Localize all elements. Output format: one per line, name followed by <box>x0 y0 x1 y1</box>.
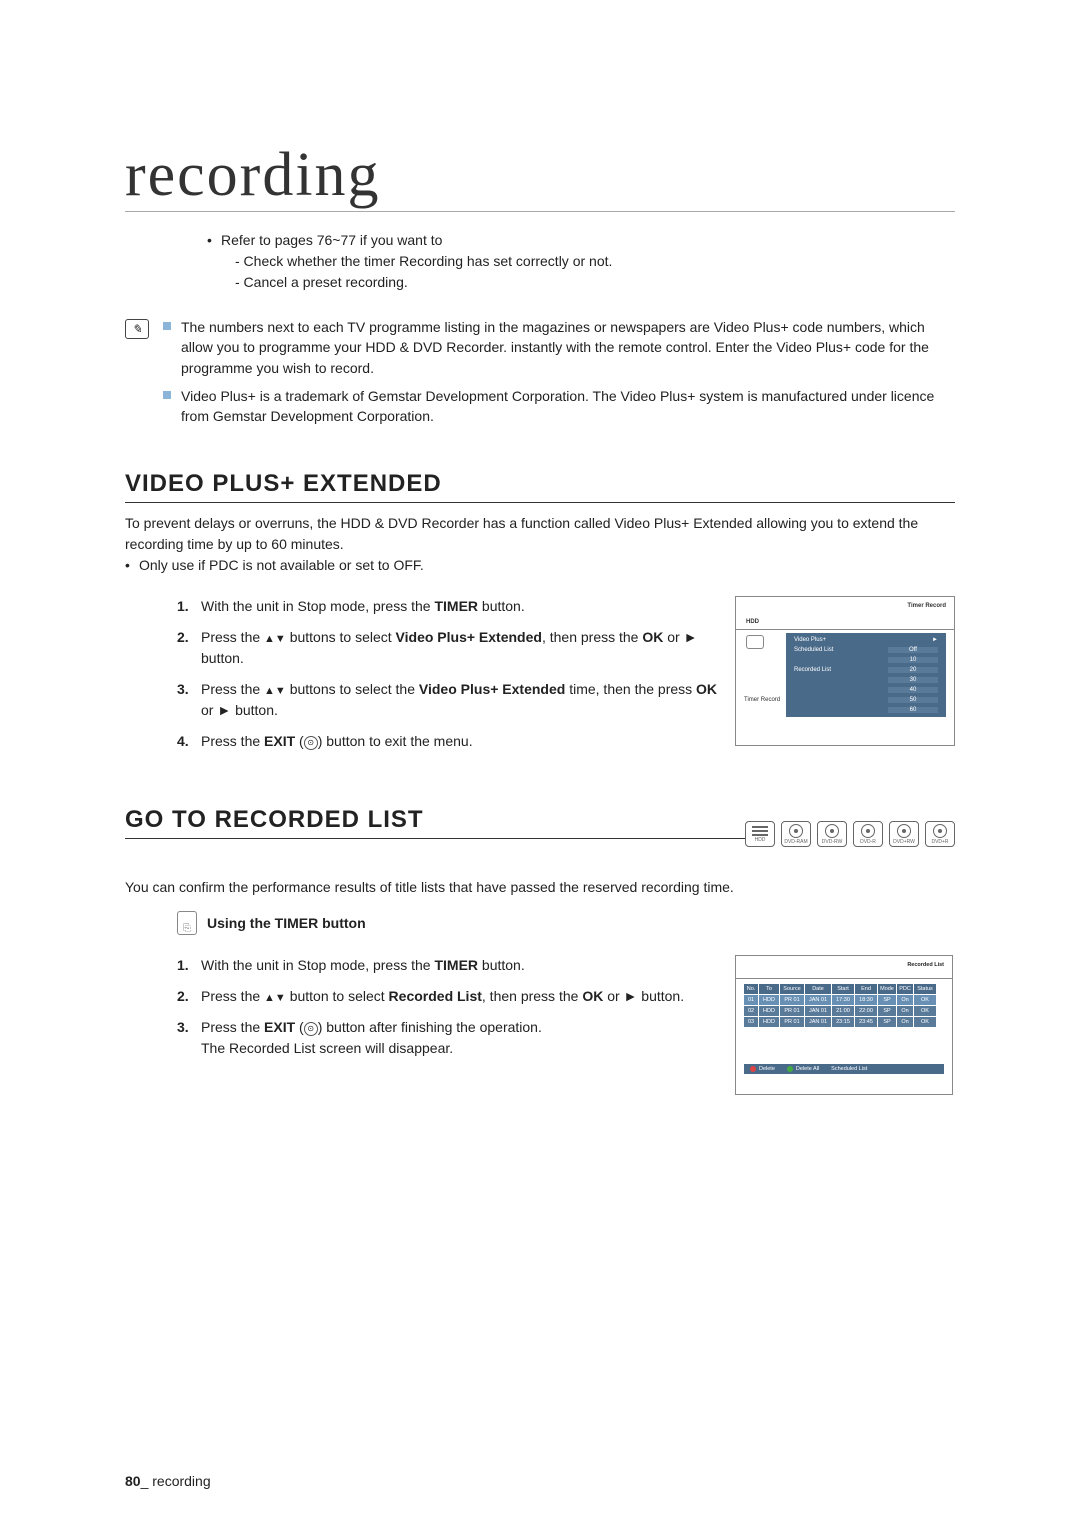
vpe-step2: Press the buttons to select Video Plus+ … <box>201 627 719 669</box>
note-text-2: Video Plus+ is a trademark of Gemstar De… <box>181 386 955 427</box>
vpe-step1: With the unit in Stop mode, press the TI… <box>201 596 719 617</box>
media-icons-row: HDD DVD-RAM DVD-RW DVD-R DVD+RW DVD+R <box>745 821 955 847</box>
timer-button-label: Using the TIMER button <box>207 915 366 931</box>
step-num: 4. <box>177 731 201 752</box>
step-num: 2. <box>177 627 201 669</box>
note-text-1: The numbers next to each TV programme li… <box>181 317 955 378</box>
timer-button-icon: ⎘ <box>177 911 197 935</box>
bullet-marker: • <box>125 555 139 576</box>
dvd-plus-rw-icon: DVD+RW <box>889 821 919 847</box>
exit-circle-icon: ⊙ <box>304 1022 318 1036</box>
rl-row: 03 HDD PR 01 JAN 01 23:15 23:45 SP On OK <box>744 1017 944 1027</box>
exit-circle-icon: ⊙ <box>304 736 318 750</box>
step-num: 3. <box>177 1017 201 1059</box>
grl-heading: GO TO RECORDED LIST <box>125 806 745 839</box>
red-dot-icon <box>750 1066 756 1072</box>
rl-delete-all-btn: Delete All <box>787 1066 819 1072</box>
vpe-steps-row: 1. With the unit in Stop mode, press the… <box>125 596 955 762</box>
vpe-intro: To prevent delays or overruns, the HDD &… <box>125 513 955 576</box>
vpe-step4: Press the EXIT (⊙) button to exit the me… <box>201 731 719 752</box>
step-num: 2. <box>177 986 201 1007</box>
grl-step1: With the unit in Stop mode, press the TI… <box>201 955 719 976</box>
green-dot-icon <box>787 1066 793 1072</box>
note-square-icon <box>163 322 171 330</box>
up-down-arrows-icon <box>264 988 286 1004</box>
tr-title: Timer Record <box>907 603 946 609</box>
note-icon: ✎ <box>125 319 149 339</box>
dvd-rw-icon: DVD-RW <box>817 821 847 847</box>
note-square-icon <box>163 391 171 399</box>
refer-text: Refer to pages 76~77 if you want to <box>221 232 442 248</box>
step-num: 1. <box>177 596 201 617</box>
rl-title: Recorded List <box>907 962 944 968</box>
dvd-r-icon: DVD-R <box>853 821 883 847</box>
grl-header-row: GO TO RECORDED LIST HDD DVD-RAM DVD-RW D… <box>125 806 955 849</box>
footer-label: _ recording <box>141 1473 211 1489</box>
page-number: 80 <box>125 1473 141 1489</box>
rl-row: 01 HDD PR 01 JAN 01 17:30 18:30 SP On OK <box>744 995 944 1005</box>
rl-table: No. To Source Date Start End Mode PDC St… <box>744 984 944 1028</box>
page-title: recording <box>125 140 955 211</box>
rl-delete-btn: Delete <box>750 1066 775 1072</box>
tr-divider <box>736 629 954 630</box>
grl-intro: You can confirm the performance results … <box>125 879 955 895</box>
refer-block: • Refer to pages 76~77 if you want to - … <box>207 230 955 293</box>
vpe-intro-text: To prevent delays or overruns, the HDD &… <box>125 513 955 555</box>
rl-scheduled-btn: Scheduled List <box>831 1066 867 1072</box>
grl-step2: Press the button to select Recorded List… <box>201 986 719 1007</box>
grl-steps-row: 1. With the unit in Stop mode, press the… <box>125 955 955 1095</box>
refer-sub2: - Cancel a preset recording. <box>235 272 955 293</box>
step-num: 1. <box>177 955 201 976</box>
vpe-step3: Press the buttons to select the Video Pl… <box>201 679 719 721</box>
tr-media-icon <box>746 635 764 649</box>
grl-step3: Press the EXIT (⊙) button after finishin… <box>201 1017 719 1059</box>
vpe-intro-bullet: Only use if PDC is not available or set … <box>139 555 424 576</box>
timer-button-heading: ⎘ Using the TIMER button <box>177 911 955 935</box>
refer-sub1: - Check whether the timer Recording has … <box>235 251 955 272</box>
dvd-plus-r-icon: DVD+R <box>925 821 955 847</box>
rl-row: 02 HDD PR 01 JAN 01 21:00 22:00 SP On OK <box>744 1006 944 1016</box>
rl-actions: Delete Delete All Scheduled List <box>744 1064 944 1074</box>
page-footer: 80_ recording <box>125 1473 211 1489</box>
bullet-marker: • <box>207 230 221 293</box>
step-num: 3. <box>177 679 201 721</box>
timer-record-figure: Timer Record HDD Video Plus+ ► Scheduled… <box>735 596 955 746</box>
dvd-ram-icon: DVD-RAM <box>781 821 811 847</box>
tr-hdd-label: HDD <box>746 619 759 625</box>
up-down-arrows-icon <box>264 629 286 645</box>
recorded-list-figure: Recorded List No. To Source Date Start E… <box>735 955 953 1095</box>
title-underline: recording <box>125 140 955 212</box>
hdd-icon: HDD <box>745 821 775 847</box>
vpe-heading: VIDEO PLUS+ EXTENDED <box>125 470 955 503</box>
up-down-arrows-icon <box>264 681 286 697</box>
rl-divider <box>736 978 952 979</box>
tr-sidebar: Timer Record <box>744 697 780 711</box>
note-box: ✎ The numbers next to each TV programme … <box>125 317 955 434</box>
tr-menu: Video Plus+ ► Scheduled List Off 10 Reco… <box>786 633 946 717</box>
